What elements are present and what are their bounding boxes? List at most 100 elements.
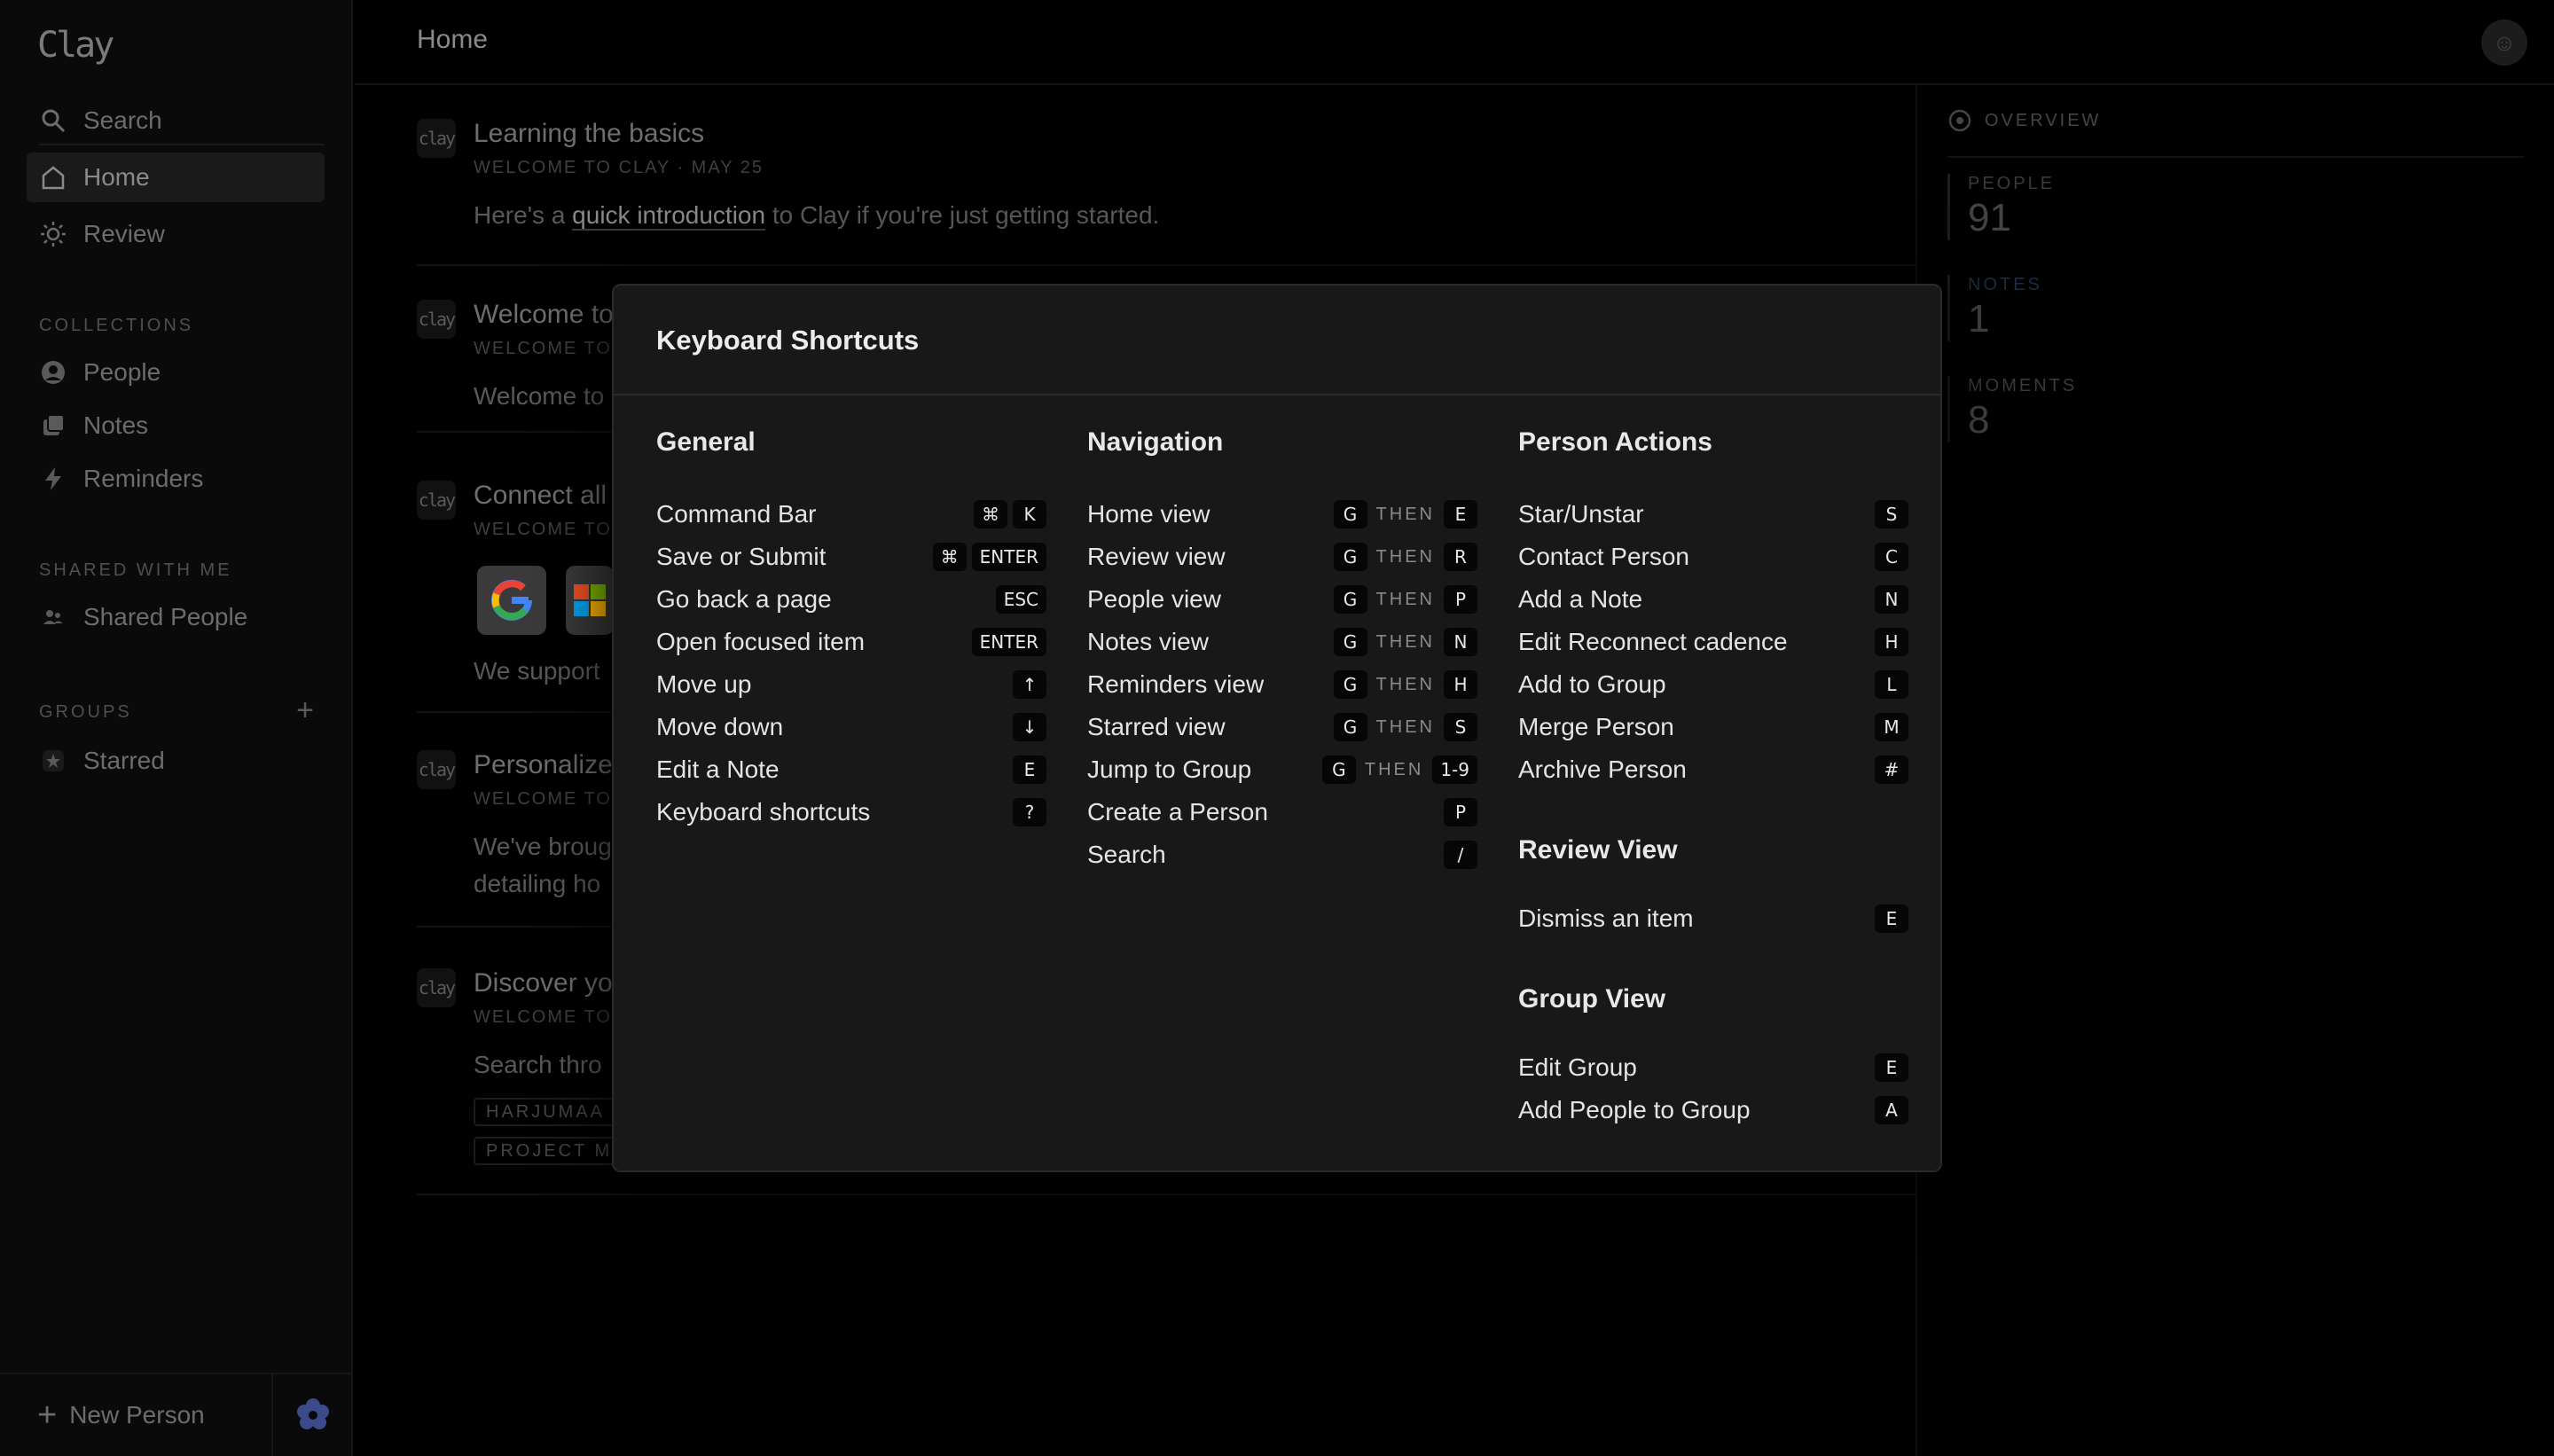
- sidebar-item-starred[interactable]: Starred: [27, 736, 325, 786]
- page-title: Home: [417, 25, 489, 54]
- stat-label: PEOPLE: [1968, 174, 2056, 193]
- key-badge: C: [1875, 543, 1908, 571]
- general-column: General Command Bar ⌘ K Save or Submit ⌘ ENTE…: [656, 427, 1046, 834]
- shortcut-row: Archive Person #: [1518, 748, 1908, 791]
- star-icon: [39, 747, 67, 775]
- section-heading: Review View: [1518, 835, 1678, 865]
- home-icon: [39, 163, 67, 192]
- card-meta: WELCOME TO: [474, 1007, 612, 1027]
- shortcut-label: Merge Person: [1518, 713, 1674, 740]
- shortcut-label: Search: [1087, 841, 1166, 868]
- sun-icon: [39, 220, 67, 248]
- then-separator: THEN: [1375, 674, 1435, 694]
- shortcut-keys: P: [1444, 798, 1477, 826]
- shortcut-row: Dismiss an item E: [1518, 897, 1908, 940]
- stat-value: 91: [1968, 196, 2011, 239]
- sidebar-item-home[interactable]: Home: [27, 153, 325, 202]
- sidebar-item-review[interactable]: Review: [27, 209, 325, 259]
- sidebar-item-reminders[interactable]: Reminders: [27, 454, 325, 504]
- shortcut-keys: G THEN N: [1333, 628, 1477, 656]
- card-body: We've broug detailing ho: [474, 833, 612, 897]
- shortcut-row: Create a Person P: [1087, 791, 1477, 834]
- shortcut-row: Add a Note N: [1518, 578, 1908, 621]
- then-separator: THEN: [1375, 716, 1435, 737]
- key-badge: G: [1333, 670, 1367, 699]
- key-badge: ESC: [995, 585, 1046, 614]
- card-title: Learning the basics: [474, 119, 705, 148]
- shortcut-row: Star/Unstar S: [1518, 493, 1908, 536]
- key-badge: G: [1333, 713, 1367, 741]
- shortcut-label: Command Bar: [656, 500, 817, 528]
- overview-heading: OVERVIEW: [1947, 108, 2101, 133]
- settings-button[interactable]: [273, 1397, 353, 1433]
- feed-card[interactable]: clay Learning the basics WELCOME TO CLAY…: [417, 119, 1916, 266]
- card-body: Search thro: [474, 1051, 602, 1078]
- shortcut-list: Dismiss an item E: [1518, 897, 1908, 940]
- key-badge: G: [1333, 500, 1367, 528]
- shortcut-keys: G THEN P: [1333, 585, 1477, 614]
- clay-logo: Clay: [37, 25, 114, 66]
- shortcut-keys: S: [1875, 500, 1908, 528]
- stat-people: PEOPLE 91: [1947, 174, 2055, 240]
- keyboard-shortcuts-modal: Keyboard Shortcuts General Command Bar ⌘ K…: [612, 284, 1942, 1172]
- shortcut-list: Home view G THEN E Review view G THEN R People v…: [1087, 493, 1477, 876]
- new-person-button[interactable]: + New Person: [0, 1374, 273, 1456]
- shared-people-icon: [39, 603, 67, 631]
- shortcut-keys: E: [1875, 904, 1908, 933]
- shortcut-keys: A: [1875, 1096, 1908, 1124]
- shortcut-label: Add to Group: [1518, 670, 1666, 698]
- key-badge: E: [1875, 904, 1908, 933]
- modal-title: Keyboard Shortcuts: [656, 325, 920, 356]
- shortcut-row: Edit Group E: [1518, 1046, 1908, 1089]
- card-body: Welcome to: [474, 382, 605, 410]
- shortcut-keys: ⌘ K: [974, 500, 1046, 528]
- shortcut-label: Review view: [1087, 543, 1226, 570]
- shortcut-label: Edit a Note: [656, 755, 780, 783]
- shortcut-row: Review view G THEN R: [1087, 536, 1477, 578]
- card-title: Personalize: [474, 750, 613, 779]
- shortcut-row: Starred view G THEN S: [1087, 706, 1477, 748]
- clay-card-logo: clay: [417, 968, 456, 1007]
- key-badge: S: [1444, 713, 1477, 741]
- shortcut-keys: /: [1444, 841, 1477, 869]
- shortcut-label: Home view: [1087, 500, 1210, 528]
- tag[interactable]: HARJUMAA: [474, 1098, 618, 1126]
- new-person-label: New Person: [69, 1401, 205, 1429]
- shortcut-label: Save or Submit: [656, 543, 827, 570]
- key-badge: E: [1875, 1053, 1908, 1082]
- modal-divider: [614, 394, 1940, 395]
- google-logo-icon[interactable]: [477, 566, 546, 635]
- sidebar-item-people[interactable]: People: [27, 348, 325, 397]
- shortcut-label: Create a Person: [1087, 798, 1268, 826]
- search-label: Search: [83, 106, 162, 134]
- stat-notes: NOTES 1: [1947, 275, 2042, 341]
- shortcut-label: Star/Unstar: [1518, 500, 1644, 528]
- section-heading: General: [656, 427, 756, 457]
- shortcut-label: Move up: [656, 670, 752, 698]
- key-badge: ENTER: [971, 628, 1046, 656]
- groups-heading: GROUPS: [39, 702, 132, 722]
- clay-card-logo: clay: [417, 750, 456, 789]
- shortcut-keys: L: [1875, 670, 1908, 699]
- sidebar-item-shared-people[interactable]: Shared People: [27, 592, 325, 642]
- shortcut-label: Move down: [656, 713, 784, 740]
- add-group-icon[interactable]: +: [296, 693, 314, 728]
- key-badge: G: [1333, 628, 1367, 656]
- avatar[interactable]: ☺: [2481, 20, 2527, 66]
- shared-heading: SHARED WITH ME: [39, 560, 232, 580]
- stat-value: 8: [1968, 398, 1990, 442]
- shortcut-label: Open focused item: [656, 628, 866, 655]
- key-badge: M: [1875, 713, 1908, 741]
- shortcut-row: Go back a page ESC: [656, 578, 1046, 621]
- card-meta: WELCOME TO: [474, 339, 612, 358]
- sidebar-item-notes[interactable]: Notes: [27, 401, 325, 450]
- sidebar-item-label: Home: [83, 163, 150, 191]
- section-heading: Person Actions: [1518, 427, 1712, 457]
- microsoft-logo-icon[interactable]: [566, 566, 614, 635]
- sidebar-item-label: Notes: [83, 411, 149, 439]
- shortcut-keys: ESC: [995, 585, 1046, 614]
- quick-introduction-link[interactable]: quick introduction: [572, 201, 766, 231]
- shortcut-row: Save or Submit ⌘ ENTER: [656, 536, 1046, 578]
- shortcut-row: Merge Person M: [1518, 706, 1908, 748]
- search-button[interactable]: Search: [27, 96, 325, 145]
